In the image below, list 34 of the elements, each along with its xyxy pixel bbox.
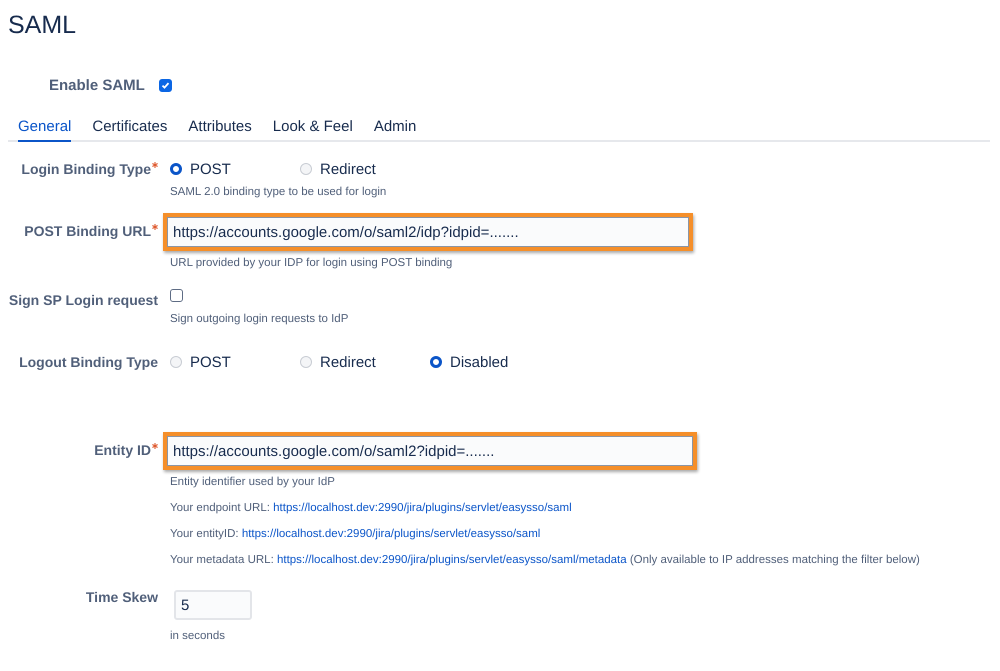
checkbox[interactable]	[170, 289, 183, 302]
checkbox[interactable]	[158, 78, 172, 92]
info-text: Your metadata URL: https://localhost.dev:2990/jira/plugins/servlet/easysso/saml/metadata (Only available to IP addresses matching the filter below)	[170, 553, 921, 568]
tab[interactable]: Look & Feel	[272, 118, 353, 142]
tab[interactable]: Attributes	[188, 118, 252, 142]
link[interactable]: https://localhost.dev:2990/jira/plugins/servlet/easysso/saml	[242, 528, 540, 540]
field-label: Time Skew	[86, 588, 158, 607]
radio-option[interactable]: POST	[170, 354, 300, 370]
help-text: URL provided by your IDP for login using POST binding	[170, 256, 454, 271]
radio-option[interactable]: Disabled	[430, 354, 560, 370]
radio-option[interactable]: POST	[170, 160, 300, 178]
field-label: Entity ID	[94, 441, 151, 460]
help-text: Sign outgoing login requests to IdP	[170, 312, 350, 327]
tab[interactable]: General	[18, 118, 72, 142]
info-text: Your entityID: https://localhost.dev:2990/jira/plugins/servlet/easysso/saml	[170, 527, 542, 542]
tab[interactable]: Certificates	[92, 118, 168, 142]
page-title: SAML	[8, 10, 76, 41]
field-label: Logout Binding Type	[19, 353, 158, 372]
link[interactable]: https://localhost.dev:2990/jira/plugins/servlet/easysso/saml	[273, 502, 572, 514]
input-field[interactable]: https://accounts.google.com/o/saml2/idp?idpid=.......	[167, 217, 689, 247]
field-label: Login Binding Type	[21, 160, 151, 179]
radio-option[interactable]: Redirect	[300, 160, 430, 178]
field-label: Sign SP Login request	[8, 291, 158, 310]
help-text: in seconds	[170, 629, 226, 644]
link[interactable]: https://localhost.dev:2990/jira/plugins/servlet/easysso/saml/metadata	[276, 554, 627, 566]
field-label: Enable SAML	[49, 76, 145, 94]
field-label: POST Binding URL	[24, 222, 151, 241]
help-text: Entity identifier used by your IdP	[170, 475, 336, 490]
help-text: SAML 2.0 binding type to be used for login	[170, 185, 388, 200]
input-field[interactable]: 5	[174, 590, 252, 620]
radio-option[interactable]: Redirect	[300, 354, 430, 370]
tab[interactable]: Admin	[374, 118, 416, 142]
input-field[interactable]: https://accounts.google.com/o/saml2?idpid=.......	[167, 436, 693, 466]
info-text: Your endpoint URL: https://localhost.dev:2990/jira/plugins/servlet/easysso/saml	[170, 501, 573, 516]
